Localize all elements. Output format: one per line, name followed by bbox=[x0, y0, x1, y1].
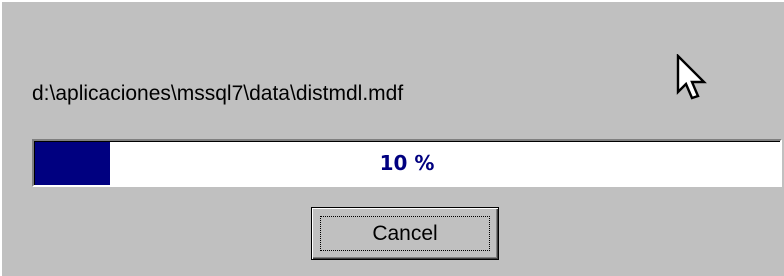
progress-dialog: d:\aplicaciones\mssql7\data\distmdl.mdf … bbox=[0, 0, 784, 276]
cancel-button[interactable]: Cancel bbox=[311, 207, 499, 260]
cancel-button-label: Cancel bbox=[320, 216, 490, 251]
progress-percent-text: 10 % bbox=[379, 151, 435, 175]
arrow-cursor-icon bbox=[674, 53, 714, 106]
progress-bar: 10 % bbox=[32, 139, 782, 187]
file-path-label: d:\aplicaciones\mssql7\data\distmdl.mdf bbox=[32, 82, 404, 105]
